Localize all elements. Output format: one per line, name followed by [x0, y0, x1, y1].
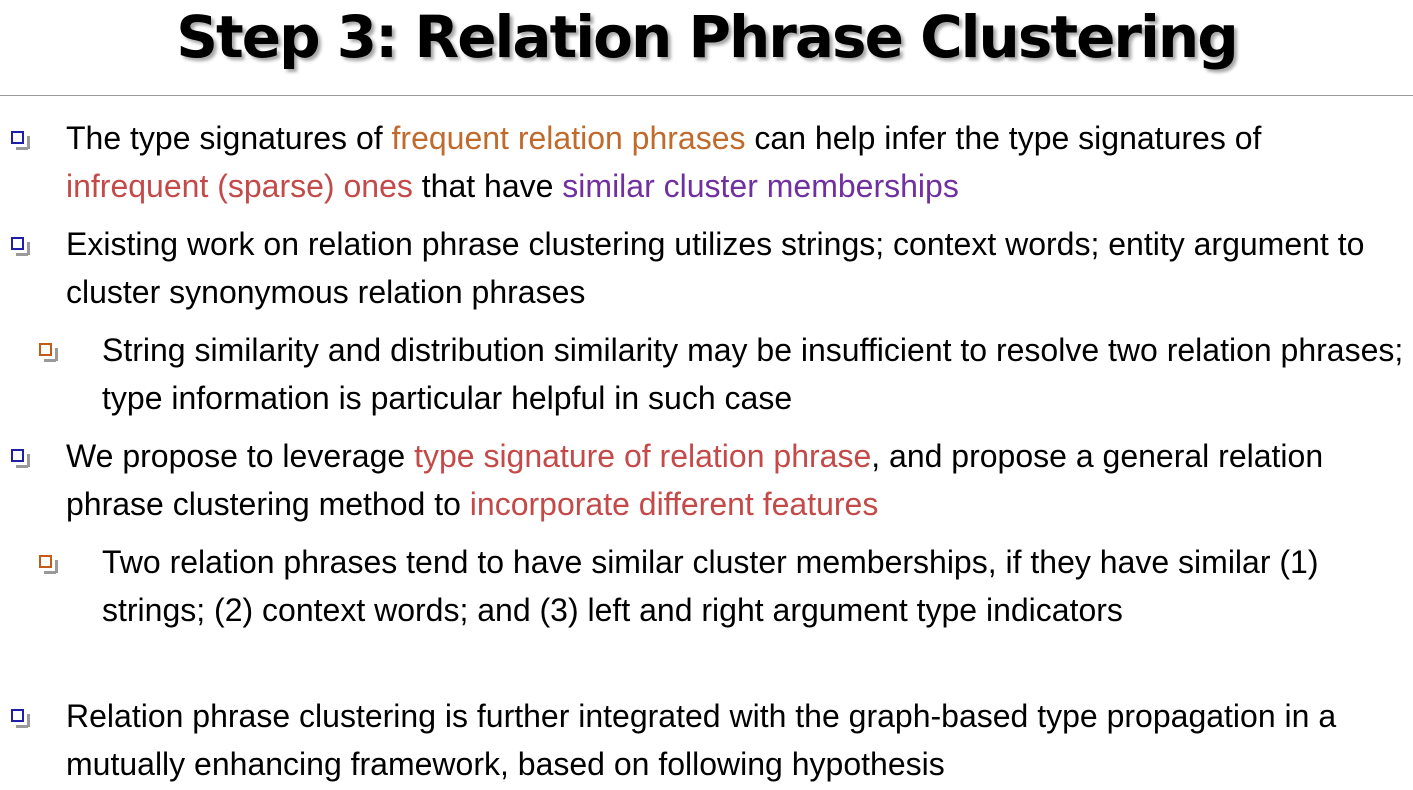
sub-bullet-item-2: Two relation phrases tend to have simila…: [102, 538, 1407, 634]
highlight-incorporate-different-features: incorporate different features: [469, 486, 879, 522]
sub-bullet-square-icon: [39, 555, 58, 574]
bullet-square-icon: [11, 709, 30, 728]
bullet-item-4: Relation phrase clustering is further in…: [66, 692, 1411, 788]
highlight-frequent-relation-phrases: frequent relation phrases: [391, 120, 746, 156]
highlight-similar-cluster-memberships: similar cluster memberships: [562, 168, 959, 204]
bullet-item-3: We propose to leverage type signature of…: [66, 432, 1411, 528]
bullet-2-text: Existing work on relation phrase cluster…: [66, 226, 1365, 310]
highlight-type-signature-of-relation-phrase: type signature of relation phrase: [414, 438, 872, 474]
sub-bullet-2-text: Two relation phrases tend to have simila…: [102, 544, 1319, 628]
bullet-3-text-1: We propose to leverage: [66, 438, 415, 474]
highlight-infrequent-ones: infrequent (sparse) ones: [66, 168, 413, 204]
bullet-1-text-2: can help infer the type signatures of: [745, 120, 1262, 156]
bullet-1-text-1: The type signatures of: [66, 120, 392, 156]
title-divider: [0, 95, 1413, 96]
sub-bullet-square-icon: [39, 343, 58, 362]
slide: Step 3: Relation Phrase Clustering The t…: [0, 0, 1413, 790]
bullet-1-text-3: that have: [412, 168, 563, 204]
bullet-item-2: Existing work on relation phrase cluster…: [66, 220, 1411, 316]
bullet-square-icon: [11, 131, 30, 150]
sub-bullet-1-text: String similarity and distribution simil…: [102, 332, 1404, 416]
slide-title: Step 3: Relation Phrase Clustering: [176, 3, 1238, 71]
bullet-4-text: Relation phrase clustering is further in…: [66, 698, 1337, 782]
bullet-square-icon: [11, 237, 30, 256]
sub-bullet-item-1: String similarity and distribution simil…: [102, 326, 1407, 422]
bullet-square-icon: [11, 449, 30, 468]
bullet-item-1: The type signatures of frequent relation…: [66, 114, 1411, 210]
